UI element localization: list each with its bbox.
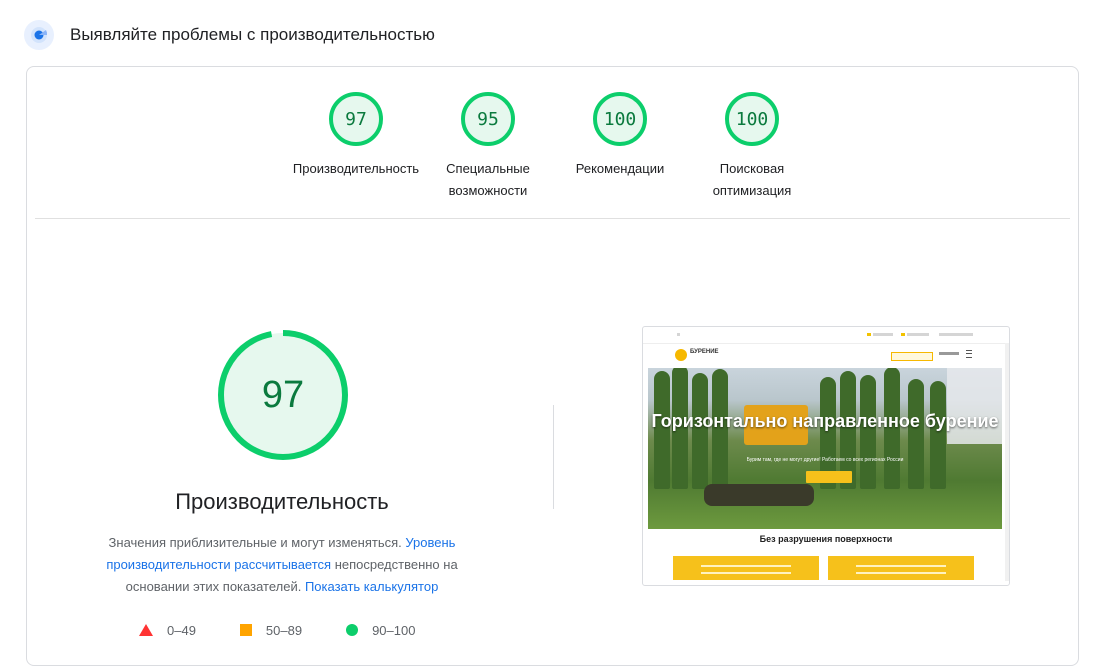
desc-text: Значения приблизительные и могут изменят… — [108, 535, 406, 550]
gauge-score: 95 — [461, 92, 515, 146]
lighthouse-icon — [24, 20, 54, 50]
gauge-label: Производительность — [292, 161, 420, 176]
page-screenshot: БУРЕНИЕ Горизонтально направленное бурен… — [642, 326, 1010, 586]
legend-range: 90–100 — [372, 622, 416, 638]
section-header: Выявляйте проблемы с производительностью — [24, 18, 435, 52]
performance-gauge: 97 — [216, 328, 350, 462]
legend-range: 0–49 — [167, 622, 196, 638]
category-gauges: 97 Производительность 95 Специальные воз… — [291, 92, 811, 212]
gauge-label: Специальные возможности — [446, 161, 530, 198]
hero-subtitle: Бурим там, где не могут другие! Работаем… — [746, 457, 904, 463]
feature-card — [673, 556, 819, 580]
screenshot-topbar — [643, 327, 1009, 344]
score-legend: 0–49 50–89 90–100 — [139, 620, 459, 640]
show-calculator-link[interactable]: Показать калькулятор — [305, 579, 438, 594]
gauge-best-practices[interactable]: 100 Рекомендации — [555, 92, 685, 180]
section-title: Выявляйте проблемы с производительностью — [70, 25, 435, 44]
report-card: 97 Производительность 95 Специальные воз… — [26, 66, 1079, 666]
legend-fail: 0–49 — [139, 623, 196, 638]
screenshot-hero: Горизонтально направленное бурение Бурим… — [648, 368, 1002, 529]
hero-title: Горизонтально направленное бурение — [651, 411, 999, 431]
gauge-score: 97 — [329, 92, 383, 146]
vertical-divider — [553, 405, 554, 509]
nav-link — [939, 352, 959, 355]
nav-button — [891, 352, 933, 361]
square-icon — [239, 624, 252, 636]
feature-card — [828, 556, 974, 580]
hero-button — [806, 471, 852, 483]
screenshot-nav: БУРЕНИЕ — [643, 344, 1009, 368]
site-brand: БУРЕНИЕ — [690, 349, 719, 355]
gauge-label: Поисковая оптимизация — [712, 161, 792, 198]
gauge-label: Рекомендации — [575, 161, 665, 176]
triangle-icon — [139, 624, 153, 636]
gauge-score: 100 — [593, 92, 647, 146]
performance-title: Производительность — [175, 489, 389, 514]
legend-range: 50–89 — [265, 622, 303, 638]
gauge-seo[interactable]: 100 Поисковая оптимизация — [687, 92, 817, 202]
menu-icon — [966, 350, 972, 358]
circle-icon — [346, 624, 359, 636]
site-logo-icon — [675, 349, 687, 361]
performance-description: Значения приблизительные и могут изменят… — [87, 532, 477, 598]
legend-average: 50–89 — [239, 622, 303, 638]
screenshot-scrollbar — [1005, 343, 1009, 581]
gauge-accessibility[interactable]: 95 Специальные возможности — [423, 92, 553, 202]
gauge-score: 100 — [725, 92, 779, 146]
legend-pass: 90–100 — [346, 623, 415, 638]
performance-score: 97 — [261, 373, 305, 416]
section-heading: Без разрушения поверхности — [759, 534, 893, 544]
gauge-performance[interactable]: 97 Производительность — [291, 92, 421, 180]
divider — [35, 218, 1070, 219]
